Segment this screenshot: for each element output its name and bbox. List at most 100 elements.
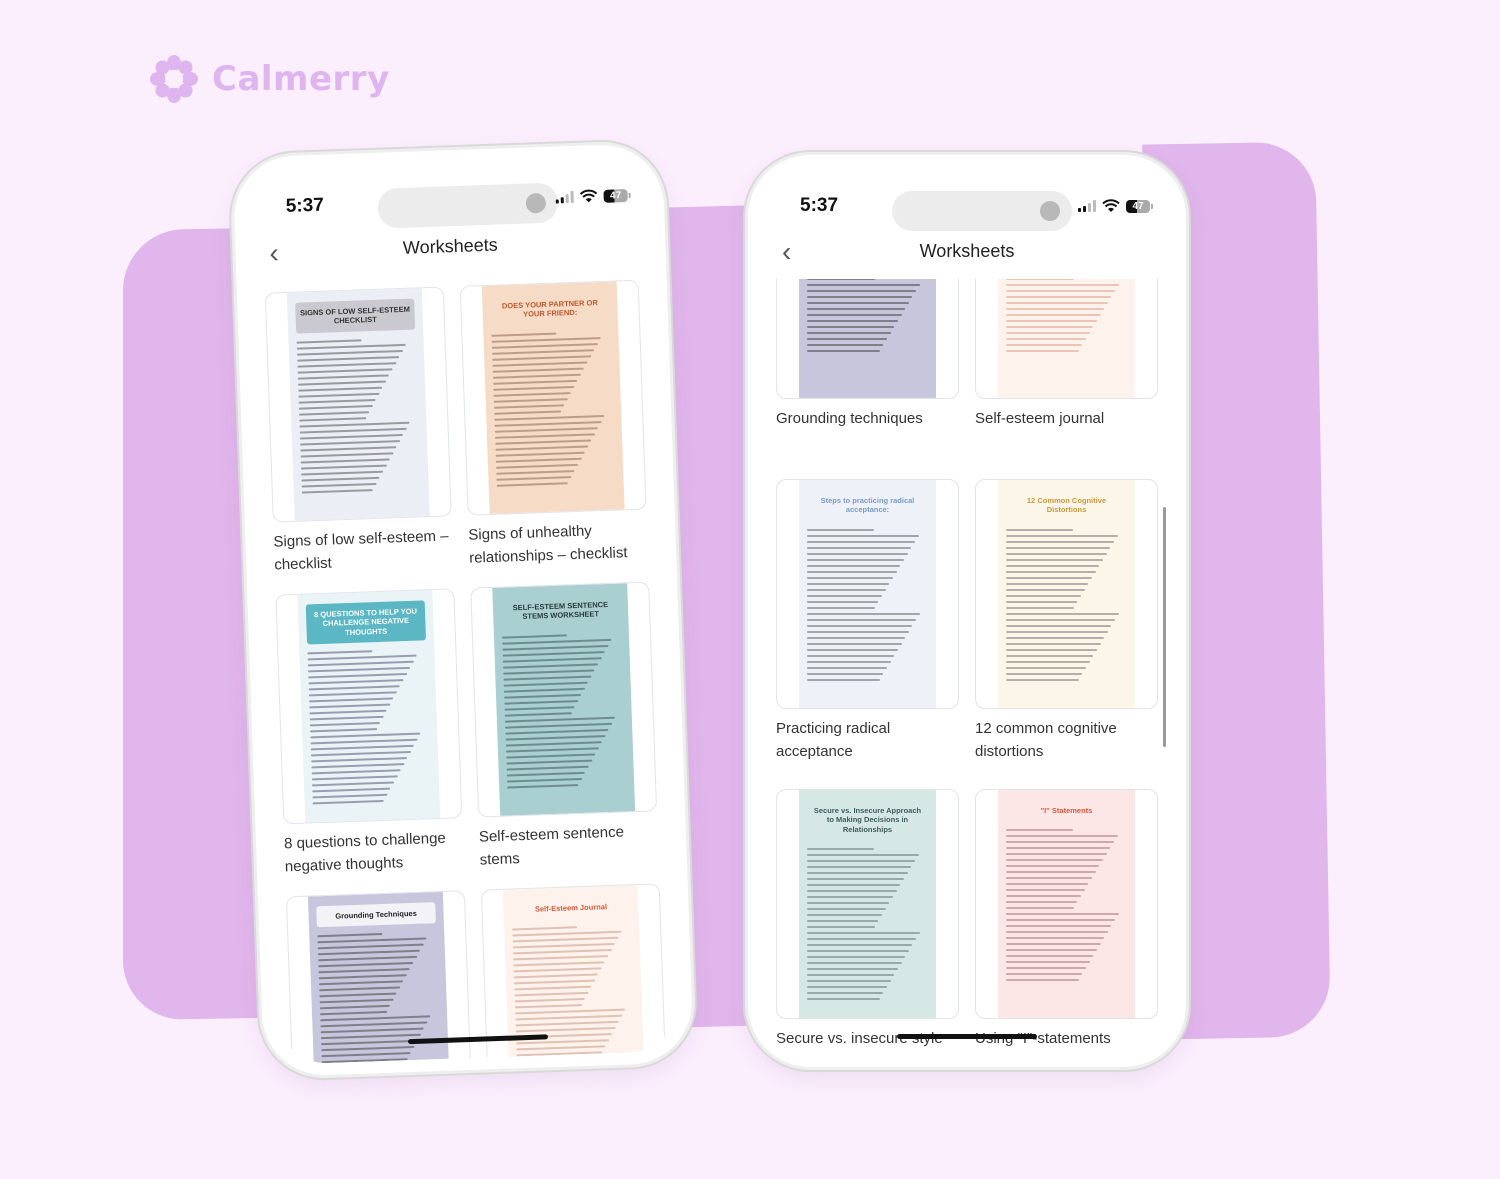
worksheet-preview-line [513, 955, 609, 961]
worksheet-preview-line [806, 582, 890, 585]
worksheet-preview-line [1005, 979, 1079, 982]
status-time: 5:37 [800, 195, 839, 216]
worksheet-preview-line [806, 290, 917, 292]
worksheet-preview-line [319, 992, 397, 998]
worksheet-preview-line [806, 642, 902, 645]
worksheet-preview-line [806, 926, 875, 929]
brand-logo: Calmerry [150, 55, 390, 103]
worksheet-preview-title: Grounding Techniques [316, 902, 436, 928]
home-indicator[interactable] [897, 1034, 1037, 1039]
worksheet-preview-line [1005, 279, 1074, 280]
worksheet-preview-line [512, 931, 622, 937]
worksheet-preview-line [504, 699, 578, 705]
worksheet-preview-line [493, 379, 578, 385]
battery-icon: 47 [603, 188, 628, 203]
worksheet-preview-line [1005, 913, 1119, 916]
worksheet-preview-title: "I" Statements [1005, 800, 1128, 822]
worksheet-preview-line [299, 421, 410, 428]
worksheet-preview-line [1005, 841, 1114, 844]
worksheet-preview-line [507, 783, 579, 789]
worksheet-preview-line [806, 950, 909, 953]
worksheet-preview-line [806, 902, 890, 905]
worksheet-card[interactable]: 8 QUESTIONS TO HELP YOU CHALLENGE NEGATI… [275, 588, 464, 884]
worksheet-preview-line [1005, 895, 1082, 898]
worksheet-card[interactable]: SIGNS OF LOW SELF-ESTEEM CHECKLIST Signs … [264, 286, 454, 582]
worksheet-preview-line [311, 757, 408, 763]
worksheet-title: 8 questions to challenge negative though… [283, 829, 447, 876]
worksheet-preview-line [806, 588, 886, 591]
worksheet-preview-line [1005, 961, 1090, 964]
worksheet-card[interactable]: Steps to practicing radical acceptance: P… [776, 479, 959, 769]
worksheet-preview-line [806, 872, 908, 875]
worksheet-preview-line [806, 854, 919, 857]
worksheet-preview-line [298, 398, 376, 404]
worksheet-preview-line [806, 546, 912, 549]
worksheet-preview-line [1005, 630, 1108, 633]
worksheet-card[interactable]: "I" Statements Using "I"-statements [975, 789, 1158, 1055]
worksheet-preview-line [496, 457, 582, 463]
worksheet-list: SIGNS OF LOW SELF-ESTEEM CHECKLIST Signs … [250, 267, 679, 1065]
worksheet-preview-line [307, 654, 417, 661]
worksheet-preview-line [515, 1008, 626, 1015]
worksheet-preview-line [308, 660, 414, 667]
worksheet-card[interactable]: DOES YOUR PARTNER OR YOUR FRIEND: Signs o… [459, 279, 649, 576]
worksheet-preview-line [297, 355, 400, 362]
worksheet-preview-line [806, 896, 894, 899]
worksheet-preview-line [1005, 853, 1107, 856]
worksheet-preview-line [1005, 344, 1083, 346]
cellular-signal-icon [555, 190, 574, 204]
worksheet-preview-line [515, 1015, 623, 1021]
worksheet-preview-line [1005, 931, 1108, 934]
worksheet-preview-line [514, 998, 585, 1003]
worksheet-preview-line [312, 787, 391, 793]
worksheet-preview-line [806, 308, 906, 310]
worksheet-card[interactable]: SELF-ESTEEM SENTENCE STEMS WORKSHEET Self… [470, 581, 659, 877]
worksheet-preview-line [321, 1034, 421, 1040]
worksheet-preview-line [514, 973, 599, 979]
battery-icon: 47 [1126, 199, 1153, 213]
worksheet-preview-line [1005, 955, 1094, 958]
worksheet-preview-line [806, 878, 904, 881]
worksheet-preview-line [806, 986, 887, 989]
worksheet-preview-title: Secure vs. Insecure Approach to Making D… [806, 800, 929, 841]
worksheet-preview-line [806, 956, 906, 959]
worksheet-preview-line [806, 932, 920, 935]
worksheet-preview-title: DOES YOUR PARTNER OR YOUR FRIEND: [490, 291, 610, 327]
worksheet-preview-line [505, 728, 609, 735]
worksheet-preview-line [513, 967, 602, 973]
worksheet-preview-line [312, 793, 388, 799]
worksheet-preview [997, 279, 1136, 398]
worksheet-preview-line [311, 751, 411, 757]
worksheet-preview-line [1005, 558, 1103, 561]
worksheet-preview-line [806, 678, 880, 681]
worksheet-preview-line [515, 1021, 619, 1027]
worksheet-preview-line [300, 458, 390, 464]
worksheet-title: Using "I"-statements [975, 1030, 1111, 1047]
scrollbar[interactable] [1163, 507, 1166, 747]
worksheet-preview-line [312, 775, 398, 781]
worksheet-preview-line [806, 938, 917, 941]
worksheet-preview-line [494, 414, 605, 421]
worksheet-preview-line [513, 961, 605, 967]
worksheet-card[interactable]: Grounding techniques [776, 279, 959, 459]
worksheet-preview-line [301, 464, 387, 470]
worksheet-preview-line [1005, 829, 1073, 832]
phone-left: 5:37 47 ‹ Worksheets SIGNS OF LOW SELF-E… [232, 142, 694, 1078]
worksheet-preview: 8 QUESTIONS TO HELP YOU CHALLENGE NEGATI… [297, 590, 440, 823]
worksheet-card[interactable]: Self-esteem journal [975, 279, 1158, 459]
worksheet-preview-line [308, 679, 404, 685]
worksheet-preview-line [495, 433, 595, 439]
worksheet-preview-line [308, 667, 411, 673]
worksheet-preview-line [298, 392, 380, 398]
worksheet-preview-line [517, 1064, 596, 1065]
worksheet-preview-line [514, 980, 595, 985]
worksheet-preview-line [317, 943, 424, 950]
worksheet-card[interactable]: Secure vs. Insecure Approach to Making D… [776, 789, 959, 1055]
worksheet-card[interactable]: 12 Common Cognitive Distortions 12 common… [975, 479, 1158, 769]
worksheet-preview-line [1005, 528, 1073, 531]
worksheet-preview-line [297, 349, 403, 356]
worksheet-preview-line [806, 672, 884, 675]
worksheet-preview-line [505, 734, 606, 741]
worksheet-preview-line [1005, 326, 1094, 328]
worksheet-preview-line [806, 962, 902, 965]
